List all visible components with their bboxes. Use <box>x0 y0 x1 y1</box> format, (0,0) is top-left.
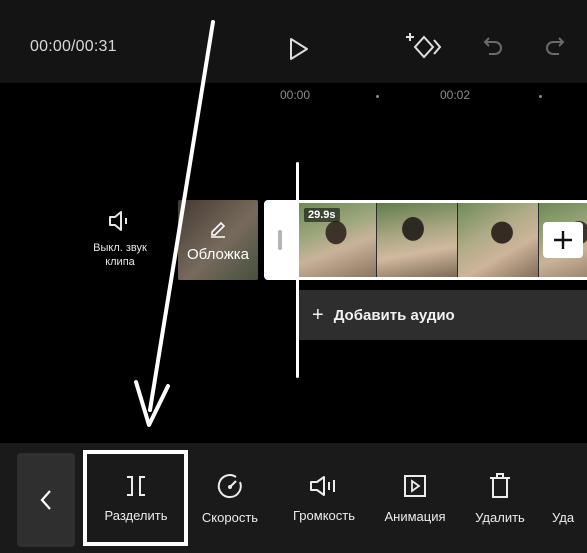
keyframe-add-icon <box>406 33 442 59</box>
add-clip-button[interactable] <box>543 222 583 258</box>
undo-icon <box>483 37 502 55</box>
tool-speed[interactable]: Скорость <box>188 443 272 553</box>
speed-icon <box>217 473 242 498</box>
tool-split[interactable]: Разделить <box>90 443 182 553</box>
undo-button[interactable] <box>478 32 508 62</box>
tool-label: Анимация <box>384 508 446 524</box>
back-button[interactable] <box>17 453 75 547</box>
redo-icon <box>546 37 565 55</box>
add-audio-button[interactable]: + Добавить аудио <box>296 290 587 340</box>
volume-icon <box>310 475 335 496</box>
playback-time: 00:00/00:31 <box>30 38 117 55</box>
trim-grip <box>278 230 282 250</box>
ruler-dot <box>376 95 379 98</box>
tool-label: Удалить <box>475 509 525 525</box>
bottom-toolbar: Разделить Скорость Громкость Анимация Уд… <box>0 443 587 553</box>
clip-frame <box>458 203 539 277</box>
mute-clip-label: Выкл. звук клипа <box>93 242 147 268</box>
speaker-icon <box>109 211 127 231</box>
add-audio-label: Добавить аудио <box>333 306 455 324</box>
redo-button[interactable] <box>540 32 570 62</box>
tool-label: Уда <box>552 509 575 525</box>
chevron-left-icon <box>40 490 51 510</box>
cover-thumbnail[interactable]: Обложка <box>178 200 258 280</box>
play-icon <box>290 38 308 60</box>
player-top-bar: 00:00/00:31 <box>0 0 587 83</box>
tool-delete[interactable]: Удалить <box>468 443 532 553</box>
tool-label: Разделить <box>104 507 168 523</box>
animation-icon <box>404 474 426 497</box>
delete-icon <box>490 472 510 498</box>
tool-label: Громкость <box>293 507 355 523</box>
play-button[interactable] <box>284 34 314 64</box>
mute-clip-button[interactable]: Выкл. звук клипа <box>86 210 154 269</box>
clip-trim-handle[interactable] <box>264 200 296 280</box>
tool-label: Скорость <box>201 509 259 525</box>
cover-overlay <box>178 200 258 280</box>
cover-label: Обложка <box>187 246 249 263</box>
ruler-mark: 00:00 <box>280 88 311 102</box>
tool-animation[interactable]: Анимация <box>372 443 458 553</box>
pencil-icon <box>211 221 226 238</box>
ruler-mark: 00:02 <box>440 88 471 102</box>
plus-icon: + <box>312 303 324 326</box>
plus-icon <box>554 231 572 249</box>
tool-volume[interactable]: Громкость <box>278 443 370 553</box>
keyframe-button[interactable] <box>404 28 444 64</box>
playhead[interactable] <box>296 162 299 378</box>
clip-duration: 29.9s <box>304 208 340 222</box>
ruler-dot <box>539 95 542 98</box>
split-icon <box>127 475 145 496</box>
clip-frame <box>377 203 458 277</box>
tool-partial[interactable]: Уда <box>552 443 587 553</box>
